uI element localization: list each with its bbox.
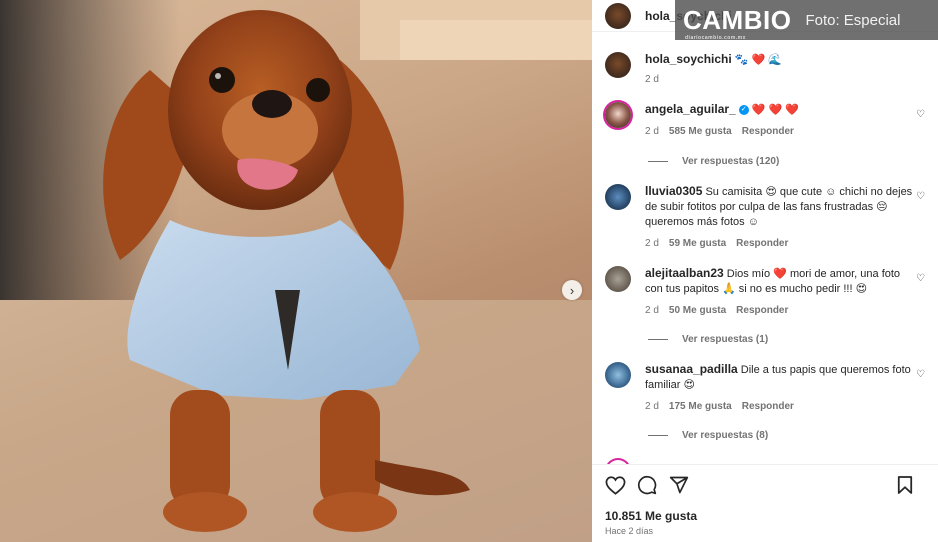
caption-username[interactable]: hola_soychichi xyxy=(645,52,732,66)
publisher-watermark: CAMBIO diariocambio.com.mx Foto: Especia… xyxy=(675,0,938,41)
like-comment-icon[interactable]: ♡ xyxy=(916,109,925,120)
dog-illustration xyxy=(0,0,592,542)
send-icon[interactable] xyxy=(668,474,690,496)
comment-item: lluvia0305 Su camisita 😍 que cute ☺ chic… xyxy=(605,184,925,251)
avatar[interactable] xyxy=(605,184,631,210)
comment-username[interactable]: angela_aguilar_ xyxy=(645,102,736,116)
avatar[interactable] xyxy=(605,102,631,128)
verified-badge-icon: ✓ xyxy=(738,105,749,116)
comment-bubble-icon[interactable] xyxy=(636,474,658,496)
comment-time: 2 d xyxy=(645,401,659,412)
comment-time: 2 d xyxy=(645,305,659,316)
view-replies-button[interactable]: Ver respuestas (1) xyxy=(648,334,768,345)
caption-time: 2 d xyxy=(645,74,659,85)
heart-outline-icon[interactable] xyxy=(604,474,626,496)
caption: hola_soychichi 🐾 ❤️ 🌊 2 d xyxy=(605,52,925,87)
reply-button[interactable]: Responder xyxy=(736,303,788,318)
photo-credit: Foto: Especial xyxy=(805,11,901,29)
avatar[interactable] xyxy=(605,52,631,78)
comment-item: angela_aguilar_ ✓ ❤️ ❤️ ❤️ 2 d 585 Me gu… xyxy=(605,102,925,139)
caption-emojis: 🐾 ❤️ 🌊 xyxy=(734,54,782,66)
view-replies-button[interactable]: Ver respuestas (8) xyxy=(648,430,768,441)
reply-button[interactable]: Responder xyxy=(742,124,794,139)
comment-likes[interactable]: 50 Me gusta xyxy=(669,303,726,318)
chevron-right-icon: › xyxy=(569,282,575,298)
cambio-logo: CAMBIO diariocambio.com.mx xyxy=(683,4,792,41)
comments-list: hola_soychichi 🐾 ❤️ 🌊 2 d angela_aguilar… xyxy=(592,40,938,464)
bookmark-icon[interactable] xyxy=(894,474,916,496)
post-sidebar: hola_soychichi CAMBIO diariocambio.com.m… xyxy=(592,0,938,542)
view-replies-button[interactable]: Ver respuestas (120) xyxy=(648,156,779,167)
reply-button[interactable]: Responder xyxy=(742,399,794,414)
like-comment-icon[interactable]: ♡ xyxy=(916,273,925,284)
comment-item: susanaa_padilla Dile a tus papis que que… xyxy=(605,362,925,414)
like-comment-icon[interactable]: ♡ xyxy=(916,369,925,380)
comment-likes[interactable]: 585 Me gusta xyxy=(669,124,732,139)
post-timestamp: Hace 2 días xyxy=(605,526,654,536)
post-likes-count[interactable]: 10.851 Me gusta xyxy=(592,509,938,523)
comment-likes[interactable]: 175 Me gusta xyxy=(669,399,732,414)
comment-item: alejitaalban23 Dios mío ❤️ mori de amor,… xyxy=(605,266,925,318)
post-photo: › xyxy=(0,0,592,542)
comment-time: 2 d xyxy=(645,126,659,137)
reply-button[interactable]: Responder xyxy=(736,236,788,251)
comment-time: 2 d xyxy=(645,238,659,249)
avatar[interactable] xyxy=(605,266,631,292)
comment-username[interactable]: susanaa_padilla xyxy=(645,362,738,376)
post-actions: 10.851 Me gusta Hace 2 días xyxy=(592,464,938,542)
comment-username[interactable]: lluvia0305 xyxy=(645,184,702,198)
comment-text: ❤️ ❤️ ❤️ xyxy=(751,104,800,116)
comment-likes[interactable]: 59 Me gusta xyxy=(669,236,726,251)
avatar[interactable] xyxy=(605,2,631,29)
avatar[interactable] xyxy=(605,362,631,388)
like-comment-icon[interactable]: ♡ xyxy=(916,191,925,202)
comment-username[interactable]: alejitaalban23 xyxy=(645,266,724,280)
next-photo-button[interactable]: › xyxy=(562,280,582,300)
